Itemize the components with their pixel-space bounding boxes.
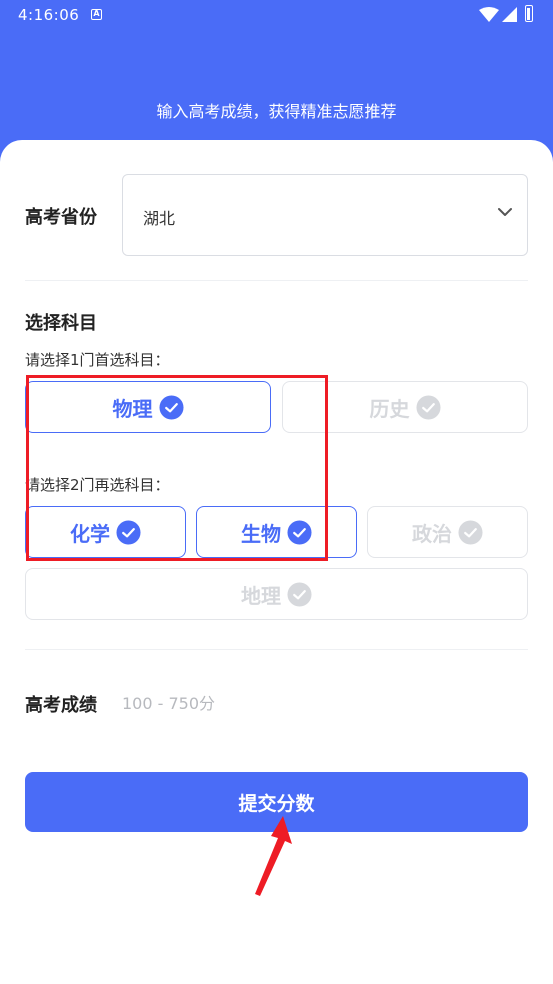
wifi-icon	[479, 7, 499, 22]
subject-label: 政治	[412, 521, 452, 546]
province-select[interactable]: 湖北	[122, 174, 528, 256]
subject-label: 历史	[369, 396, 410, 421]
status-bar: 4:16:06 A	[0, 0, 553, 30]
score-input[interactable]	[122, 690, 422, 716]
first-choice-hint: 请选择1门首选科目：	[25, 351, 170, 369]
province-value: 湖北	[143, 209, 176, 228]
score-label: 高考成绩	[25, 695, 97, 716]
check-circle-icon	[287, 581, 312, 607]
subject-geography-button[interactable]: 地理	[25, 568, 528, 620]
chevron-down-icon	[498, 208, 512, 216]
subject-politics-button[interactable]: 政治	[367, 506, 528, 558]
signal-icon	[502, 7, 517, 22]
check-circle-icon	[415, 394, 441, 420]
province-label: 高考省份	[25, 207, 97, 228]
sim-badge-icon: A	[91, 9, 102, 20]
status-time: 4:16:06	[18, 6, 80, 24]
subject-label: 地理	[241, 583, 281, 608]
battery-icon	[525, 5, 533, 22]
check-circle-icon	[458, 519, 483, 545]
divider	[25, 280, 528, 281]
header-subtitle: 输入高考成绩，获得精准志愿推荐	[156, 102, 397, 121]
subjects-title: 选择科目	[25, 313, 97, 334]
divider	[25, 649, 528, 650]
annotation-arrow-icon	[255, 816, 292, 896]
annotation-highlight-box	[26, 375, 328, 561]
